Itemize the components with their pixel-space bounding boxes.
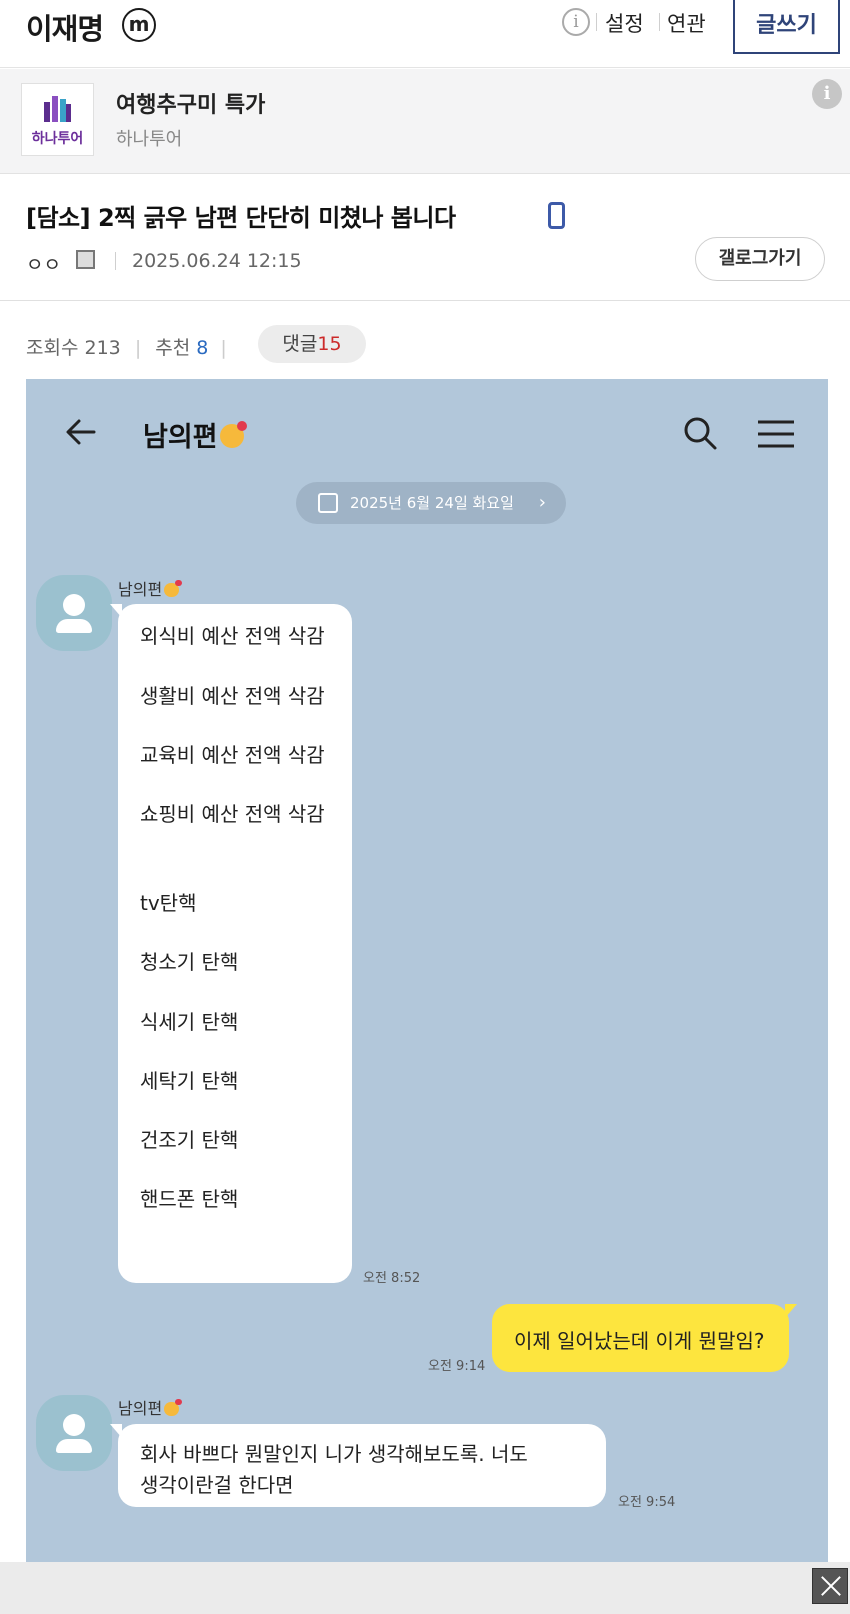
comments-button[interactable]: 댓글15: [258, 325, 366, 363]
divider: [115, 252, 116, 270]
chat-screenshot: 남의편 2025년 6월 24일 화요일 › 남의편 외식비 예산 전액 삭감 …: [26, 379, 828, 1614]
chevron-right-icon: ›: [538, 492, 546, 513]
recommend-label: 추천: [155, 337, 191, 359]
gallery-title[interactable]: 이재명: [26, 6, 104, 48]
sender-name: 남의편: [118, 1395, 183, 1419]
search-icon: [684, 417, 717, 450]
divider: [659, 13, 660, 31]
calendar-icon: [318, 493, 338, 513]
write-button[interactable]: 글쓰기: [733, 0, 840, 54]
close-icon[interactable]: [812, 1568, 848, 1604]
settings-link[interactable]: 설정: [605, 8, 644, 38]
ad-brand-text: 하나투어: [31, 131, 84, 147]
message-line: 핸드폰 탄핵: [140, 1187, 239, 1211]
message-time: 오전 8:52: [363, 1271, 421, 1286]
mobile-icon: [548, 202, 565, 229]
avatar: [36, 575, 112, 651]
ad-info-icon[interactable]: i: [812, 79, 842, 109]
post-date: 2025.06.24 12:15: [132, 250, 302, 272]
chat-date: 2025년 6월 24일 화요일: [350, 494, 514, 512]
message-line: 생각이란걸 한다면: [140, 1473, 294, 1497]
divider: [596, 13, 597, 31]
minor-gallery-icon: m: [122, 8, 156, 42]
comments-label: 댓글: [282, 333, 318, 355]
info-icon[interactable]: i: [562, 8, 590, 36]
smiling-hearts-emoji-icon: [164, 579, 183, 597]
smiling-hearts-emoji-icon: [164, 1398, 183, 1416]
author-name[interactable]: ㅇㅇ: [26, 250, 61, 277]
back-arrow-icon: [66, 419, 96, 445]
views-count: 213: [84, 337, 121, 359]
message-line: tv탄핵: [140, 891, 197, 915]
message-time: 오전 9:54: [618, 1495, 676, 1510]
message-line: 세탁기 탄핵: [140, 1069, 239, 1093]
comments-count: 15: [317, 333, 342, 355]
top-header: 이재명 m i 설정 연관 글쓰기: [0, 0, 850, 68]
avatar: [36, 1395, 112, 1471]
related-link[interactable]: 연관: [667, 8, 706, 38]
gallog-button[interactable]: 갤로그가기: [695, 237, 825, 281]
message-bubble: 회사 바쁘다 뭔말인지 니가 생각해보도록. 너도 생각이란걸 한다면: [110, 1424, 606, 1507]
menu-icon: [758, 420, 794, 448]
hanatour-logo: 하나투어: [21, 83, 94, 156]
post-title: [담소] 2찍 긁우 남편 단단히 미쳤나 봅니다: [26, 204, 456, 232]
message-line: 교육비 예산 전액 삭감: [140, 743, 325, 767]
chat-date-pill: 2025년 6월 24일 화요일 ›: [296, 482, 566, 524]
message-line: 이제 일어났는데 이게 뭔말임?: [514, 1329, 765, 1353]
message-line: 생활비 예산 전액 삭감: [140, 684, 325, 708]
ad-title[interactable]: 여행추구미 특가: [116, 87, 265, 119]
message-bubble: 외식비 예산 전액 삭감 생활비 예산 전액 삭감 교육비 예산 전액 삭감 쇼…: [110, 604, 352, 1283]
recommend-count: 8: [196, 337, 209, 359]
message-line: 건조기 탄핵: [140, 1128, 239, 1152]
message-time: 오전 9:14: [428, 1359, 486, 1374]
hanatour-mark-icon: [44, 96, 72, 122]
message-line: 회사 바쁘다 뭔말인지 니가 생각해보도록. 너도: [140, 1442, 528, 1466]
views-label: 조회수: [26, 337, 79, 359]
divider: [0, 300, 850, 301]
message-line: 식세기 탄핵: [140, 1010, 239, 1034]
ad-subtitle: 하나투어: [116, 129, 183, 150]
post-stats: 조회수 213 | 추천 8 |: [26, 337, 227, 359]
chat-room-name: 남의편: [143, 415, 248, 454]
bottom-ad-bar: [0, 1562, 850, 1614]
message-line: 외식비 예산 전액 삭감: [140, 624, 325, 648]
nickname-icon: [76, 250, 95, 269]
smiling-hearts-emoji-icon: [219, 420, 248, 448]
ad-banner[interactable]: 하나투어 여행추구미 특가 하나투어 i: [0, 69, 850, 174]
message-line: 쇼핑비 예산 전액 삭감: [140, 802, 325, 826]
my-message-bubble: 이제 일어났는데 이게 뭔말임?: [492, 1304, 797, 1372]
message-line: 청소기 탄핵: [140, 950, 239, 974]
sender-name: 남의편: [118, 576, 183, 600]
